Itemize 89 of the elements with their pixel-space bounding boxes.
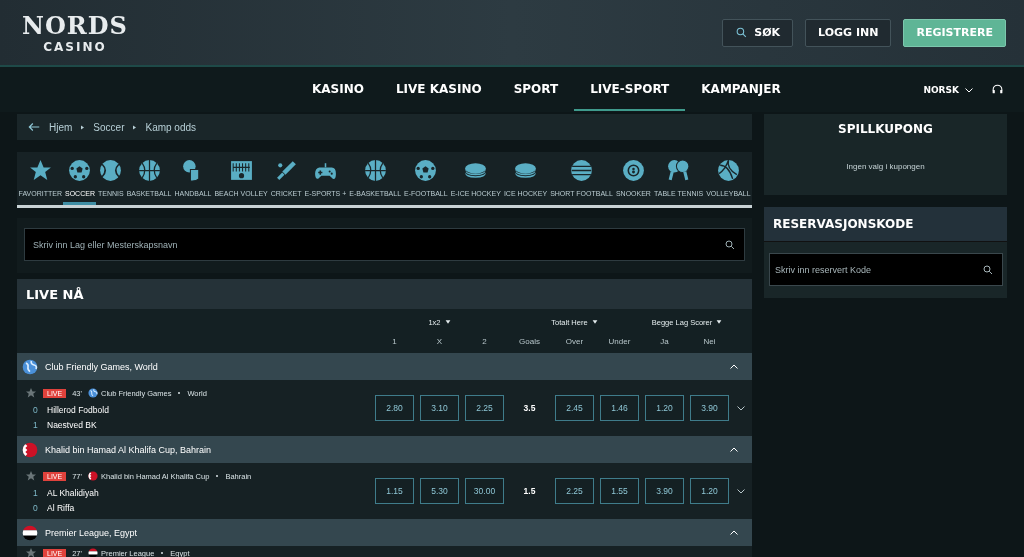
nav-tab[interactable]: KAMPANJER bbox=[685, 68, 797, 111]
paddles-icon bbox=[666, 158, 692, 183]
search-icon[interactable] bbox=[724, 238, 736, 251]
placeholder-text: Skriv inn reservert Kode bbox=[775, 264, 872, 275]
odds-button[interactable]: 1.20 bbox=[645, 395, 684, 421]
logo-subtitle: CASINO bbox=[43, 39, 107, 54]
league-header[interactable]: Club Friendly Games, World bbox=[17, 353, 752, 380]
team-score: 1 bbox=[33, 488, 39, 498]
league-name: Club Friendly Games, World bbox=[45, 361, 158, 372]
goal-line: 1.5 bbox=[522, 486, 537, 496]
logo-title: NORDS bbox=[22, 11, 128, 40]
league-name: Premier League, Egypt bbox=[45, 527, 138, 538]
odds-button[interactable]: 30.00 bbox=[465, 478, 504, 504]
search-button[interactable]: SØK bbox=[722, 18, 794, 47]
league-name: Khalid bin Hamad Al Khalifa Cup, Bahrain bbox=[45, 444, 212, 455]
odds-button[interactable]: 2.45 bbox=[555, 395, 594, 421]
net-icon bbox=[228, 158, 254, 183]
nav-tab[interactable]: KASINO bbox=[296, 68, 380, 111]
breadcrumb-link[interactable]: Soccer bbox=[93, 121, 125, 133]
nav-tab[interactable]: LIVE KASINO bbox=[379, 68, 498, 111]
tennis-ball-icon bbox=[98, 158, 124, 183]
star-icon[interactable] bbox=[25, 547, 37, 557]
team-name: AL Khalidiyah bbox=[47, 488, 100, 498]
nav-tab[interactable]: SPORT bbox=[497, 68, 575, 111]
caret-down-icon bbox=[444, 319, 451, 325]
odds-button[interactable]: 2.80 bbox=[375, 395, 414, 421]
column-label: Under bbox=[607, 336, 632, 346]
team-score: 0 bbox=[33, 503, 39, 513]
empty-message: Ingen valg i kupongen bbox=[846, 162, 925, 171]
odds-button[interactable]: 5.30 bbox=[420, 478, 459, 504]
soccer-ball-icon bbox=[413, 158, 439, 183]
team-score: 1 bbox=[33, 420, 39, 430]
team-name: Naestved BK bbox=[47, 420, 98, 430]
nav-tab[interactable]: LIVE-SPORT bbox=[574, 68, 686, 111]
odds-button[interactable]: 1.55 bbox=[600, 478, 639, 504]
odds-button[interactable]: 3.90 bbox=[645, 478, 684, 504]
breadcrumb-link[interactable]: Hjem bbox=[49, 121, 73, 133]
flag-icon bbox=[87, 548, 98, 557]
goal-line: 3.5 bbox=[522, 403, 537, 413]
striped-ball-icon bbox=[569, 158, 594, 183]
search-field[interactable]: Skriv inn Lag eller Mesterskapsnavn bbox=[24, 228, 745, 261]
odds-button[interactable]: 1.15 bbox=[375, 478, 414, 504]
breadcrumb-link[interactable]: Kamp odds bbox=[145, 121, 197, 133]
search-icon bbox=[735, 26, 749, 39]
triangle-right-icon bbox=[132, 124, 138, 130]
column-label: Nei bbox=[702, 336, 717, 346]
placeholder-text: Skriv inn Lag eller Mesterskapsnavn bbox=[33, 239, 178, 250]
odds-button[interactable]: 1.20 bbox=[690, 478, 729, 504]
odds-button[interactable]: 2.25 bbox=[555, 478, 594, 504]
search-icon[interactable] bbox=[982, 263, 994, 276]
flag-icon bbox=[22, 441, 38, 458]
basketball-icon bbox=[136, 158, 162, 183]
team-name: Hillerod Fodbold bbox=[47, 405, 110, 415]
odds-button[interactable]: 3.10 bbox=[420, 395, 459, 421]
section-title: LIVE NÅ bbox=[17, 279, 752, 309]
column-label: Goals bbox=[518, 336, 541, 346]
team-score: 0 bbox=[33, 405, 39, 415]
soccer-ball-icon bbox=[67, 158, 93, 183]
basketball-icon bbox=[362, 158, 388, 183]
flag-icon bbox=[22, 524, 38, 541]
league-header[interactable]: Premier League, Egypt bbox=[17, 519, 752, 546]
star-icon[interactable] bbox=[25, 387, 37, 399]
language-select[interactable]: NORSK bbox=[917, 82, 981, 97]
back-arrow-icon[interactable] bbox=[27, 120, 41, 134]
team-name: Al Riffa bbox=[47, 503, 76, 513]
star-icon[interactable] bbox=[25, 470, 37, 482]
column-label: 1 bbox=[391, 336, 398, 346]
column-label: Ja bbox=[659, 336, 670, 346]
panel-title: RESERVASJONSKODE bbox=[773, 217, 914, 231]
odds-button[interactable]: 2.25 bbox=[465, 395, 504, 421]
caret-down-icon bbox=[716, 319, 723, 325]
headset-icon[interactable] bbox=[991, 83, 1004, 96]
login-button[interactable]: LOGG INN bbox=[805, 18, 892, 47]
volleyball-icon bbox=[715, 158, 741, 183]
odds-button[interactable]: 3.90 bbox=[690, 395, 729, 421]
flag-icon bbox=[87, 471, 98, 481]
triangle-right-icon bbox=[80, 124, 86, 130]
column-label: Over bbox=[564, 336, 585, 346]
globe-icon bbox=[87, 388, 98, 398]
eight-ball-icon bbox=[620, 158, 646, 183]
logo[interactable]: NORDS CASINO bbox=[20, 11, 130, 54]
odds-button[interactable]: 1.46 bbox=[600, 395, 639, 421]
league-header[interactable]: Khalid bin Hamad Al Khalifa Cup, Bahrain bbox=[17, 436, 752, 463]
column-label: X bbox=[435, 336, 444, 346]
code-field[interactable]: Skriv inn reservert Kode bbox=[769, 253, 1003, 286]
column-label: 2 bbox=[481, 336, 488, 346]
caret-down-icon bbox=[591, 319, 598, 325]
panel-title: SPILLKUPONG bbox=[838, 122, 933, 136]
globe-icon bbox=[22, 358, 38, 375]
